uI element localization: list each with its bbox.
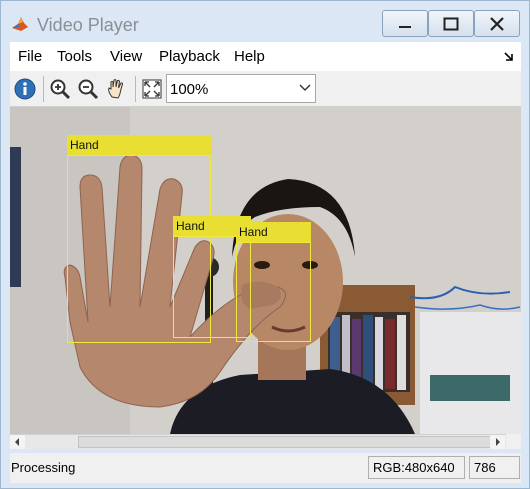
toolbar: 100% [10,71,521,107]
zoom-level-select[interactable]: 100% [166,74,316,103]
menu-playback[interactable]: Playback [159,48,220,65]
zoom-level-value: 100% [170,81,209,98]
chevron-left-icon [15,438,19,446]
detection-label: Hand [67,135,211,155]
video-player-window: Video Player File Tools View Playback He… [0,0,530,489]
toolbar-separator [135,76,136,102]
menu-file[interactable]: File [18,48,42,65]
minimize-icon [399,25,411,28]
scroll-left-button[interactable] [10,435,25,449]
detection-label: Hand [236,222,311,242]
close-icon [490,16,504,31]
info-icon[interactable] [13,77,37,101]
fit-to-window-icon[interactable] [140,77,164,101]
scrollbar-corner [506,434,521,449]
zoom-in-icon[interactable] [48,77,72,101]
image-info: RGB:480x640 [368,456,465,479]
status-text: Processing [11,460,76,475]
scrollbar-thumb[interactable] [78,436,492,448]
pan-hand-icon[interactable] [105,77,129,101]
video-display: Hand Hand Hand [10,107,521,434]
minimize-button[interactable] [382,10,428,37]
chevron-right-icon [496,438,500,446]
dock-arrow-icon[interactable] [503,50,515,62]
frame-number: 786 [469,456,520,479]
chevron-down-icon [299,84,311,91]
menu-view[interactable]: View [110,48,142,65]
window-title: Video Player [37,15,139,35]
close-button[interactable] [474,10,520,37]
menu-help[interactable]: Help [234,48,265,65]
detection-box-hand-3 [236,242,311,342]
maximize-button[interactable] [428,10,474,37]
menu-bar: File Tools View Playback Help [10,42,521,71]
toolbar-separator [43,76,44,102]
status-bar: Processing RGB:480x640 786 [10,453,521,483]
title-bar: Video Player [1,1,529,41]
scroll-right-button[interactable] [490,435,505,449]
maximize-icon [443,17,459,30]
menu-tools[interactable]: Tools [57,48,92,65]
zoom-out-icon[interactable] [76,77,100,101]
horizontal-scrollbar[interactable] [10,434,521,449]
matlab-logo-icon [12,17,28,31]
